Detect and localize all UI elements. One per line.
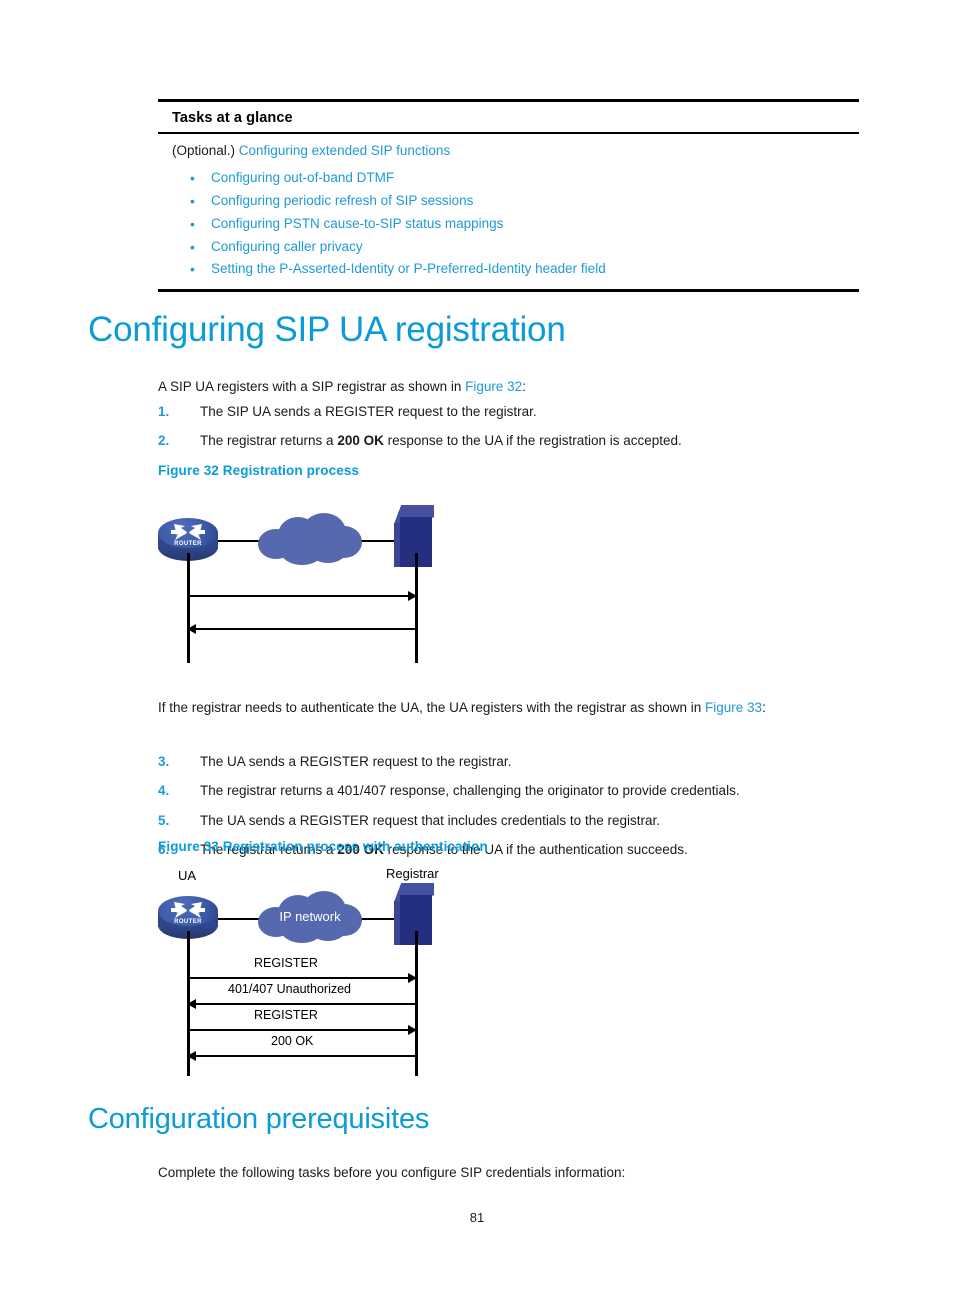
figure-32-registration-process: ROUTER	[158, 495, 458, 670]
message-arrow-line-1	[189, 977, 417, 979]
message-arrow-line-2	[189, 628, 417, 630]
message-arrowhead-1	[408, 973, 417, 983]
router-label: ROUTER	[174, 541, 202, 547]
label-registrar: Registrar	[386, 866, 439, 881]
bullet-icon: •	[190, 238, 195, 255]
connector-router-to-cloud	[214, 540, 262, 542]
intro-1-before-link: A SIP UA registers with a SIP registrar …	[158, 379, 466, 394]
list-item[interactable]: • Configuring caller privacy	[172, 236, 859, 259]
message-label-1: REGISTER	[254, 956, 318, 970]
list-item[interactable]: • Configuring PSTN cause-to-SIP status m…	[172, 213, 859, 236]
step-number: 3.	[158, 754, 170, 769]
figure-33-registration-process-with-authentication: UA Registrar IP network ROUTER REGISTER …	[158, 866, 458, 1076]
intro-2-after-link: :	[762, 700, 766, 715]
link-figure-32[interactable]: Figure 32	[465, 379, 522, 394]
message-arrowhead-2	[187, 999, 196, 1009]
list-item[interactable]: • Setting the P-Asserted-Identity or P-P…	[172, 258, 859, 281]
intro-2-before-link: If the registrar needs to authenticate t…	[158, 700, 706, 715]
step-text: The SIP UA sends a REGISTER request to t…	[200, 404, 537, 419]
link-setting-p-asserted-identity[interactable]: Setting the P-Asserted-Identity or P-Pre…	[211, 261, 606, 276]
message-arrowhead-1	[408, 591, 417, 601]
step-1: 1. The SIP UA sends a REGISTER request t…	[158, 402, 888, 431]
list-item[interactable]: • Configuring out-of-band DTMF	[172, 167, 859, 190]
message-arrowhead-3	[408, 1025, 417, 1035]
section-title-configuration-prerequisites: Configuration prerequisites	[88, 1103, 430, 1135]
step-number: 4.	[158, 783, 170, 799]
step-2: 2. The registrar returns a 200 OK respon…	[158, 431, 888, 460]
page-number: 81	[469, 1210, 485, 1225]
lifeline-registrar	[415, 553, 418, 663]
optional-task-line: (Optional.) Configuring extended SIP fun…	[172, 141, 859, 167]
intro-paragraph-2: If the registrar needs to authenticate t…	[158, 698, 878, 718]
connector-router-to-cloud	[214, 918, 262, 920]
bullet-icon: •	[190, 192, 195, 209]
message-label-2: 401/407 Unauthorized	[228, 982, 352, 996]
intro-1-after-link: :	[522, 379, 526, 394]
bullet-icon: •	[190, 215, 195, 232]
link-configuring-out-of-band-dtmf[interactable]: Configuring out-of-band DTMF	[211, 170, 394, 185]
message-arrow-line-4	[189, 1055, 417, 1057]
step-text: The registrar returns a 401/407 response…	[200, 783, 740, 799]
cloud-icon: IP network	[258, 891, 362, 945]
message-arrowhead-4	[187, 1051, 196, 1061]
bullet-icon: •	[190, 261, 195, 278]
step-number: 2.	[158, 433, 170, 449]
step-text-before-bold: The registrar returns a	[200, 433, 338, 449]
tasks-bullet-list: • Configuring out-of-band DTMF • Configu…	[172, 167, 859, 281]
tasks-at-a-glance-table: Tasks at a glance (Optional.) Configurin…	[158, 99, 859, 293]
message-arrow-line-1	[189, 595, 417, 597]
router-label: ROUTER	[174, 919, 202, 925]
message-label-3: REGISTER	[254, 1008, 318, 1022]
link-configuring-caller-privacy[interactable]: Configuring caller privacy	[211, 239, 363, 254]
link-configuring-extended-sip-functions[interactable]: Configuring extended SIP functions	[239, 143, 450, 158]
step-text-bold: 200 OK	[337, 433, 384, 449]
tasks-table-body: (Optional.) Configuring extended SIP fun…	[158, 134, 859, 289]
step-text-after-bold: response to the UA if the registration i…	[383, 433, 682, 449]
intro-paragraph-1: A SIP UA registers with a SIP registrar …	[158, 377, 878, 397]
figure-32-caption: Figure 32 Registration process	[158, 463, 360, 478]
step-text: The UA sends a REGISTER request that inc…	[200, 812, 660, 828]
lifeline-ua	[187, 553, 190, 663]
message-arrow-line-3	[189, 1029, 417, 1031]
step-number: 5.	[158, 812, 170, 828]
tasks-table-header: Tasks at a glance	[158, 102, 859, 134]
link-configuring-periodic-refresh[interactable]: Configuring periodic refresh of SIP sess…	[211, 193, 473, 208]
prerequisites-paragraph: Complete the following tasks before you …	[158, 1165, 626, 1180]
step-text: The UA sends a REGISTER request to the r…	[200, 754, 512, 769]
step-4: 4. The registrar returns a 401/407 respo…	[158, 781, 888, 810]
optional-prefix: (Optional.)	[172, 143, 236, 158]
message-arrow-line-2	[189, 1003, 417, 1005]
step-3: 3. The UA sends a REGISTER request to th…	[158, 752, 888, 781]
page-title-configuring-sip-ua-registration: Configuring SIP UA registration	[88, 310, 566, 349]
document-page: Tasks at a glance (Optional.) Configurin…	[0, 0, 954, 1296]
link-figure-33[interactable]: Figure 33	[705, 700, 762, 715]
link-configuring-pstn-cause-to-sip[interactable]: Configuring PSTN cause-to-SIP status map…	[211, 216, 503, 231]
cloud-icon	[258, 513, 362, 567]
bullet-icon: •	[190, 169, 195, 186]
message-label-4: 200 OK	[271, 1034, 314, 1048]
message-arrowhead-2	[187, 624, 196, 634]
list-item[interactable]: • Configuring periodic refresh of SIP se…	[172, 190, 859, 213]
ordered-steps-group-1: 1. The SIP UA sends a REGISTER request t…	[158, 402, 888, 461]
step-5: 5. The UA sends a REGISTER request that …	[158, 811, 888, 840]
label-ua: UA	[178, 868, 197, 883]
cloud-label-ip-network: IP network	[279, 909, 341, 924]
step-number: 1.	[158, 404, 170, 419]
figure-33-caption: Figure 33 Registration process with auth…	[158, 839, 488, 854]
